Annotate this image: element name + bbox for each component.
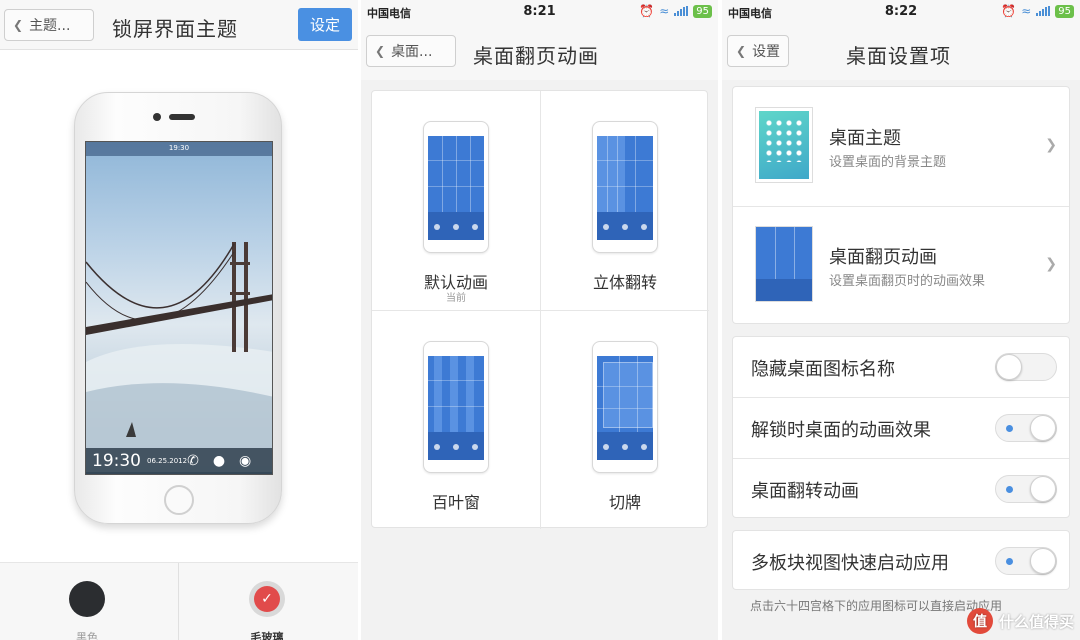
- list-item-desktop-theme[interactable]: 桌面主题 设置桌面的背景主题 ❯: [733, 87, 1069, 206]
- animation-name: 立体翻转: [592, 273, 657, 292]
- screenshot-collage: ❮ 主题... 锁屏界面主题 设定 19:30 19:30 06.25.2012…: [0, 0, 1080, 640]
- preview-bottom-bar: 19:30 06.25.2012 ✆●◉: [86, 448, 272, 474]
- back-label: 主题...: [29, 18, 71, 34]
- quick-launch-toggle[interactable]: [995, 547, 1057, 575]
- alarm-icon: ⏰: [639, 4, 655, 18]
- page-title: 桌面翻页动画: [473, 44, 599, 68]
- battery-icon: 95: [1055, 4, 1074, 18]
- swatch-label: 毛玻璃: [250, 631, 284, 640]
- quick-launch-card: 多板块视图快速启动应用: [732, 530, 1070, 590]
- current-badge: 当前: [446, 293, 466, 304]
- animation-preview: [592, 341, 658, 473]
- bridge-wallpaper-icon: [86, 242, 272, 472]
- lockscreen-theme-panel: ❮ 主题... 锁屏界面主题 设定 19:30 19:30 06.25.2012…: [0, 0, 358, 640]
- toggle-on-indicator: [1006, 558, 1013, 565]
- setting-row-unlock-animation: 解锁时桌面的动画效果: [733, 398, 1069, 458]
- animation-name: 切牌: [608, 493, 641, 512]
- toggle-knob: [1030, 548, 1056, 574]
- lockscreen-preview: 19:30 19:30 06.25.2012 ✆●◉: [85, 141, 273, 475]
- watermark-text: 什么值得买: [998, 612, 1074, 631]
- camera-icon: [153, 113, 161, 121]
- check-icon: ✓: [254, 586, 280, 612]
- desktop-settings-panel: 中国电信 8:22 ⏰ ≈ 95 ❮ 设置 桌面设置项 桌面主题 设置桌面的背景…: [722, 0, 1080, 640]
- back-label: 设置: [752, 44, 781, 60]
- home-button-icon: [164, 485, 194, 515]
- speaker-grille: [169, 114, 195, 120]
- chevron-right-icon: ❯: [1045, 256, 1057, 272]
- animation-preview: [592, 121, 658, 253]
- animation-preview: [423, 121, 489, 253]
- battery-icon: 95: [693, 4, 712, 18]
- toggle-knob: [1030, 476, 1056, 502]
- swatch-black[interactable]: 黑色: [52, 581, 122, 640]
- header-bar: ❮ 设置 桌面设置项: [722, 26, 1080, 80]
- signal-icon: [674, 6, 689, 16]
- chevron-left-icon: ❮: [736, 44, 747, 58]
- setting-label: 隐藏桌面图标名称: [751, 359, 895, 380]
- alarm-icon: ⏰: [1001, 4, 1017, 18]
- animation-option-blinds[interactable]: 百叶窗: [372, 311, 540, 530]
- theme-thumbnail: [755, 107, 813, 183]
- setting-label: 多板块视图快速启动应用: [751, 553, 949, 574]
- unlock-animation-toggle[interactable]: [995, 414, 1057, 442]
- animation-preview: [423, 341, 489, 473]
- page-animation-panel: 中国电信 8:21 ⏰ ≈ 95 ❮ 桌面... 桌面翻页动画 默认动画 当前 …: [361, 0, 718, 640]
- theme-settings-card: 桌面主题 设置桌面的背景主题 ❯ 桌面翻页动画 设置桌面翻页时的动画效果 ❯: [732, 86, 1070, 324]
- back-button[interactable]: ❮ 设置: [727, 35, 789, 67]
- header-bar: ❮ 主题... 锁屏界面主题 设定: [0, 0, 358, 50]
- chevron-left-icon: ❮: [375, 44, 386, 58]
- chevron-right-icon: ❯: [1045, 137, 1057, 153]
- status-bar: 中国电信 8:21 ⏰ ≈ 95: [361, 0, 718, 26]
- swatch-frosted-glass[interactable]: ✓ 毛玻璃: [232, 581, 302, 640]
- page-title: 锁屏界面主题: [112, 17, 238, 41]
- animation-option-card-shuffle[interactable]: 切牌: [541, 311, 709, 530]
- setting-row-quick-launch: 多板块视图快速启动应用: [733, 531, 1069, 591]
- animation-name: 百叶窗: [431, 493, 480, 512]
- set-button[interactable]: 设定: [298, 8, 352, 41]
- preview-shortcut-icons: ✆●◉: [187, 453, 266, 469]
- signal-icon: [1036, 6, 1051, 16]
- status-bar: 中国电信 8:22 ⏰ ≈ 95: [722, 0, 1080, 26]
- toggle-on-indicator: [1006, 486, 1013, 493]
- hide-icon-names-toggle[interactable]: [995, 353, 1057, 381]
- setting-row-hide-icon-names: 隐藏桌面图标名称: [733, 337, 1069, 397]
- animation-option-3d-flip[interactable]: 立体翻转: [541, 91, 709, 310]
- wifi-icon: ≈: [659, 4, 670, 18]
- preview-status-bar: 19:30: [86, 142, 272, 156]
- item-title: 桌面主题: [829, 128, 901, 149]
- item-subtitle: 设置桌面的背景主题: [829, 155, 947, 170]
- preview-time: 19:30: [92, 451, 141, 471]
- header-bar: ❮ 桌面... 桌面翻页动画: [361, 26, 718, 80]
- style-swatch-bar: 黑色 ✓ 毛玻璃: [0, 562, 358, 640]
- swatch-dot: [69, 581, 105, 617]
- toggle-knob: [1030, 415, 1056, 441]
- site-watermark: 值 什么值得买: [966, 608, 1074, 634]
- watermark-logo-icon: 值: [966, 608, 993, 634]
- toggle-on-indicator: [1006, 425, 1013, 432]
- preview-status-time: 19:30: [168, 144, 190, 152]
- setting-label: 解锁时桌面的动画效果: [751, 420, 931, 441]
- preview-date: 06.25.2012: [147, 457, 188, 465]
- back-label: 桌面...: [391, 44, 433, 60]
- toggle-settings-card: 隐藏桌面图标名称 解锁时桌面的动画效果 桌面翻转动画: [732, 336, 1070, 518]
- swatch-label: 黑色: [76, 631, 98, 640]
- animation-option-default[interactable]: 默认动画 当前: [372, 91, 540, 310]
- flip-animation-toggle[interactable]: [995, 475, 1057, 503]
- list-item-page-animation[interactable]: 桌面翻页动画 设置桌面翻页时的动画效果 ❯: [733, 206, 1069, 325]
- toggle-knob: [996, 354, 1022, 380]
- animation-grid: 默认动画 当前 立体翻转 百叶窗 切牌: [371, 90, 709, 530]
- wifi-icon: ≈: [1021, 4, 1032, 18]
- back-button[interactable]: ❮ 主题...: [4, 9, 94, 41]
- setting-label: 桌面翻转动画: [751, 481, 859, 502]
- page-title: 桌面设置项: [846, 44, 951, 68]
- chevron-left-icon: ❮: [13, 18, 24, 32]
- item-subtitle: 设置桌面翻页时的动画效果: [829, 274, 986, 289]
- animation-thumbnail: [755, 226, 813, 302]
- back-button[interactable]: ❮ 桌面...: [366, 35, 456, 67]
- swatch-dot: ✓: [249, 581, 285, 617]
- setting-row-flip-animation: 桌面翻转动画: [733, 459, 1069, 519]
- item-title: 桌面翻页动画: [829, 247, 937, 268]
- phone-preview: 19:30 19:30 06.25.2012 ✆●◉: [74, 92, 282, 524]
